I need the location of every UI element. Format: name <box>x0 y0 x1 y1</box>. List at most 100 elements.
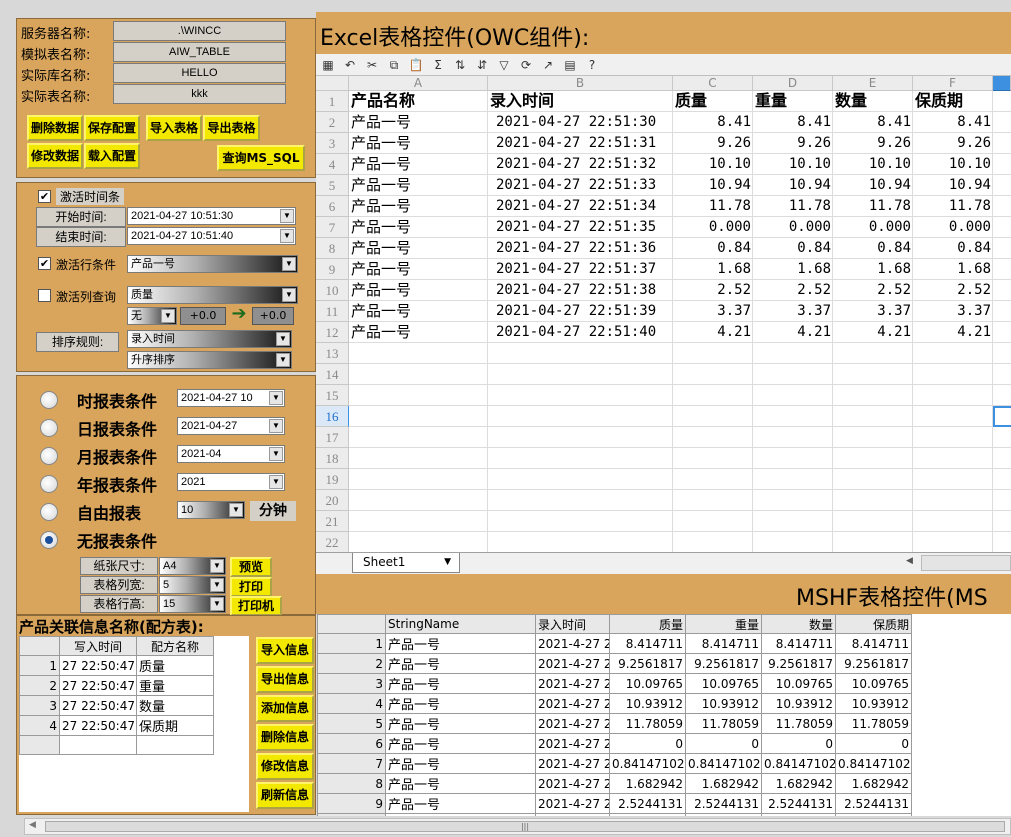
table-row[interactable]: 2 产品一号 2021-4-27 2 9.2561817 9.2561817 9.2561… <box>317 653 912 674</box>
excel-cell[interactable]: 4.21 <box>673 322 753 343</box>
excel-cell[interactable]: 产品一号 <box>349 301 488 322</box>
col-width-combo[interactable]: 5 ▼ <box>159 576 226 594</box>
print-button[interactable]: 打印 <box>230 577 272 597</box>
mshf-cell[interactable]: 10.93912 <box>761 693 836 714</box>
mshf-cell[interactable]: 产品一号 <box>385 733 536 754</box>
mshf-cell[interactable]: 0.84147102 <box>685 753 762 774</box>
import-table-button[interactable]: 导入表格 <box>146 115 202 141</box>
report-radio[interactable] <box>40 475 58 493</box>
table-row[interactable]: 5 产品一号 2021-4-27 2 11.78059 11.78059 11.78059… <box>317 713 912 734</box>
mshf-cell[interactable]: 产品一号 <box>385 813 536 816</box>
delete-data-button[interactable]: 删除数据 <box>27 115 83 141</box>
row-header[interactable]: 17 <box>316 427 349 448</box>
excel-cell[interactable]: 2.52 <box>753 280 833 301</box>
mshf-cell[interactable]: 9.2561817 <box>835 653 912 674</box>
excel-cell[interactable]: 1.68 <box>753 259 833 280</box>
mshf-cell[interactable]: 3.3658841 <box>835 813 912 816</box>
mshf-cell[interactable]: 10.09765 <box>835 673 912 694</box>
mshf-header[interactable]: 录入时间 <box>535 614 610 634</box>
col-query-combo[interactable]: 质量 ▼ <box>127 286 298 304</box>
excel-header-cell[interactable]: 数量 <box>833 91 913 112</box>
chevron-down-icon[interactable]: ▼ <box>276 332 290 346</box>
mshf-cell[interactable]: 1.682942 <box>609 773 686 794</box>
row-header[interactable]: 21 <box>316 511 349 532</box>
row-header[interactable]: 13 <box>316 343 349 364</box>
recipe-button[interactable]: 刷新信息 <box>256 782 314 809</box>
refresh-icon[interactable]: ⟳ <box>517 56 535 74</box>
report-radio[interactable] <box>40 503 58 521</box>
column-header[interactable]: F <box>913 76 993 91</box>
column-header-empty[interactable] <box>993 76 1011 91</box>
recipe-button[interactable]: 导出信息 <box>256 666 314 693</box>
mshf-cell[interactable]: 11.78059 <box>685 713 762 734</box>
column-header[interactable]: C <box>673 76 753 91</box>
excel-cell[interactable]: 2021-04-27 22:51:39 <box>488 301 673 322</box>
preview-button[interactable]: 预览 <box>230 557 272 577</box>
excel-header-cell[interactable]: 产品名称 <box>349 91 488 112</box>
mshf-cell[interactable]: 2.5244131 <box>761 793 836 814</box>
excel-cell[interactable]: 4.21 <box>833 322 913 343</box>
save-config-button[interactable]: 保存配置 <box>84 115 140 141</box>
recipe-name-cell[interactable]: 重量 <box>136 675 214 696</box>
row-header[interactable]: 22 <box>316 532 349 552</box>
row-cond-combo[interactable]: 产品一号 ▼ <box>127 255 298 273</box>
table-row[interactable]: 4 27 22:50:47 保质期 <box>19 715 214 736</box>
column-header[interactable]: D <box>753 76 833 91</box>
excel-sheet[interactable]: A B C D E F 1 2 3 4 5 6 7 8 9 10 11 12 13 14 15 16 17 18 19 20 21 2… <box>316 76 1011 552</box>
excel-cell[interactable]: 11.78 <box>833 196 913 217</box>
excel-cell[interactable]: 0.000 <box>833 217 913 238</box>
report-value-combo[interactable]: 2021-04-27 ▼ <box>177 417 285 435</box>
excel-cell[interactable]: 产品一号 <box>349 280 488 301</box>
mshf-cell[interactable]: 产品一号 <box>385 713 536 734</box>
mshf-cell[interactable]: 9.2561817 <box>761 653 836 674</box>
selected-cell[interactable] <box>993 406 1011 427</box>
h-scrollbar[interactable] <box>921 555 1011 571</box>
chevron-down-icon[interactable]: ▼ <box>280 209 294 223</box>
chevron-down-icon[interactable]: ▼ <box>269 475 283 489</box>
h-scroll-left-icon[interactable]: ◀ <box>906 556 913 566</box>
report-value-combo[interactable]: 10 ▼ <box>177 501 245 519</box>
row-header[interactable]: 3 <box>316 133 349 154</box>
excel-cell[interactable]: 产品一号 <box>349 238 488 259</box>
operator-combo[interactable]: 无 ▼ <box>127 307 177 325</box>
paste-icon[interactable]: 📋 <box>407 56 425 74</box>
excel-cell[interactable]: 2021-04-27 22:51:31 <box>488 133 673 154</box>
paper-size-combo[interactable]: A4 ▼ <box>159 557 226 575</box>
excel-cell[interactable]: 0.84 <box>753 238 833 259</box>
row-header[interactable]: 16 <box>316 406 349 427</box>
row-cond-checkbox[interactable]: ✔ <box>38 257 51 270</box>
excel-cell[interactable]: 9.26 <box>753 133 833 154</box>
mshf-cell[interactable]: 0.84147102 <box>761 753 836 774</box>
excel-cell[interactable]: 产品一号 <box>349 175 488 196</box>
max-value-field[interactable]: +0.0 <box>252 307 294 325</box>
select-all-corner[interactable] <box>316 76 349 91</box>
excel-cell[interactable]: 产品一号 <box>349 196 488 217</box>
row-header[interactable]: 18 <box>316 448 349 469</box>
mshf-cell[interactable]: 产品一号 <box>385 653 536 674</box>
excel-cell[interactable]: 10.10 <box>833 154 913 175</box>
excel-cell[interactable]: 产品一号 <box>349 133 488 154</box>
scroll-thumb[interactable]: ||| <box>45 821 1005 832</box>
excel-cell[interactable]: 0.000 <box>913 217 993 238</box>
autosum-icon[interactable]: Σ <box>429 56 447 74</box>
undo-icon[interactable]: ↶ <box>341 56 359 74</box>
row-header[interactable]: 4 <box>316 154 349 175</box>
mshf-cell[interactable]: 0 <box>609 733 686 754</box>
mshf-cell[interactable]: 2021-4-27 2 <box>535 813 610 816</box>
excel-cell[interactable]: 9.26 <box>833 133 913 154</box>
chevron-down-icon[interactable]: ▼ <box>269 391 283 405</box>
mshf-cell[interactable]: 0.84147102 <box>609 753 686 774</box>
copy-icon[interactable]: ⧉ <box>385 56 403 74</box>
recipe-name-cell[interactable]: 质量 <box>136 655 214 676</box>
recipe-button[interactable]: 添加信息 <box>256 695 314 722</box>
excel-cell[interactable]: 2021-04-27 22:51:38 <box>488 280 673 301</box>
load-config-button[interactable]: 载入配置 <box>84 143 140 169</box>
bottom-scrollbar[interactable]: ◀ ||| <box>24 818 1011 835</box>
recipe-name-cell[interactable]: 数量 <box>136 695 214 716</box>
row-header[interactable]: 10 <box>316 280 349 301</box>
report-value-combo[interactable]: 2021 ▼ <box>177 473 285 491</box>
table-row-empty[interactable] <box>19 735 214 755</box>
owc-icon[interactable]: ▦ <box>319 56 337 74</box>
mshf-cell[interactable]: 产品一号 <box>385 793 536 814</box>
table-row[interactable]: 8 产品一号 2021-4-27 2 1.682942 1.682942 1.682942… <box>317 773 912 794</box>
